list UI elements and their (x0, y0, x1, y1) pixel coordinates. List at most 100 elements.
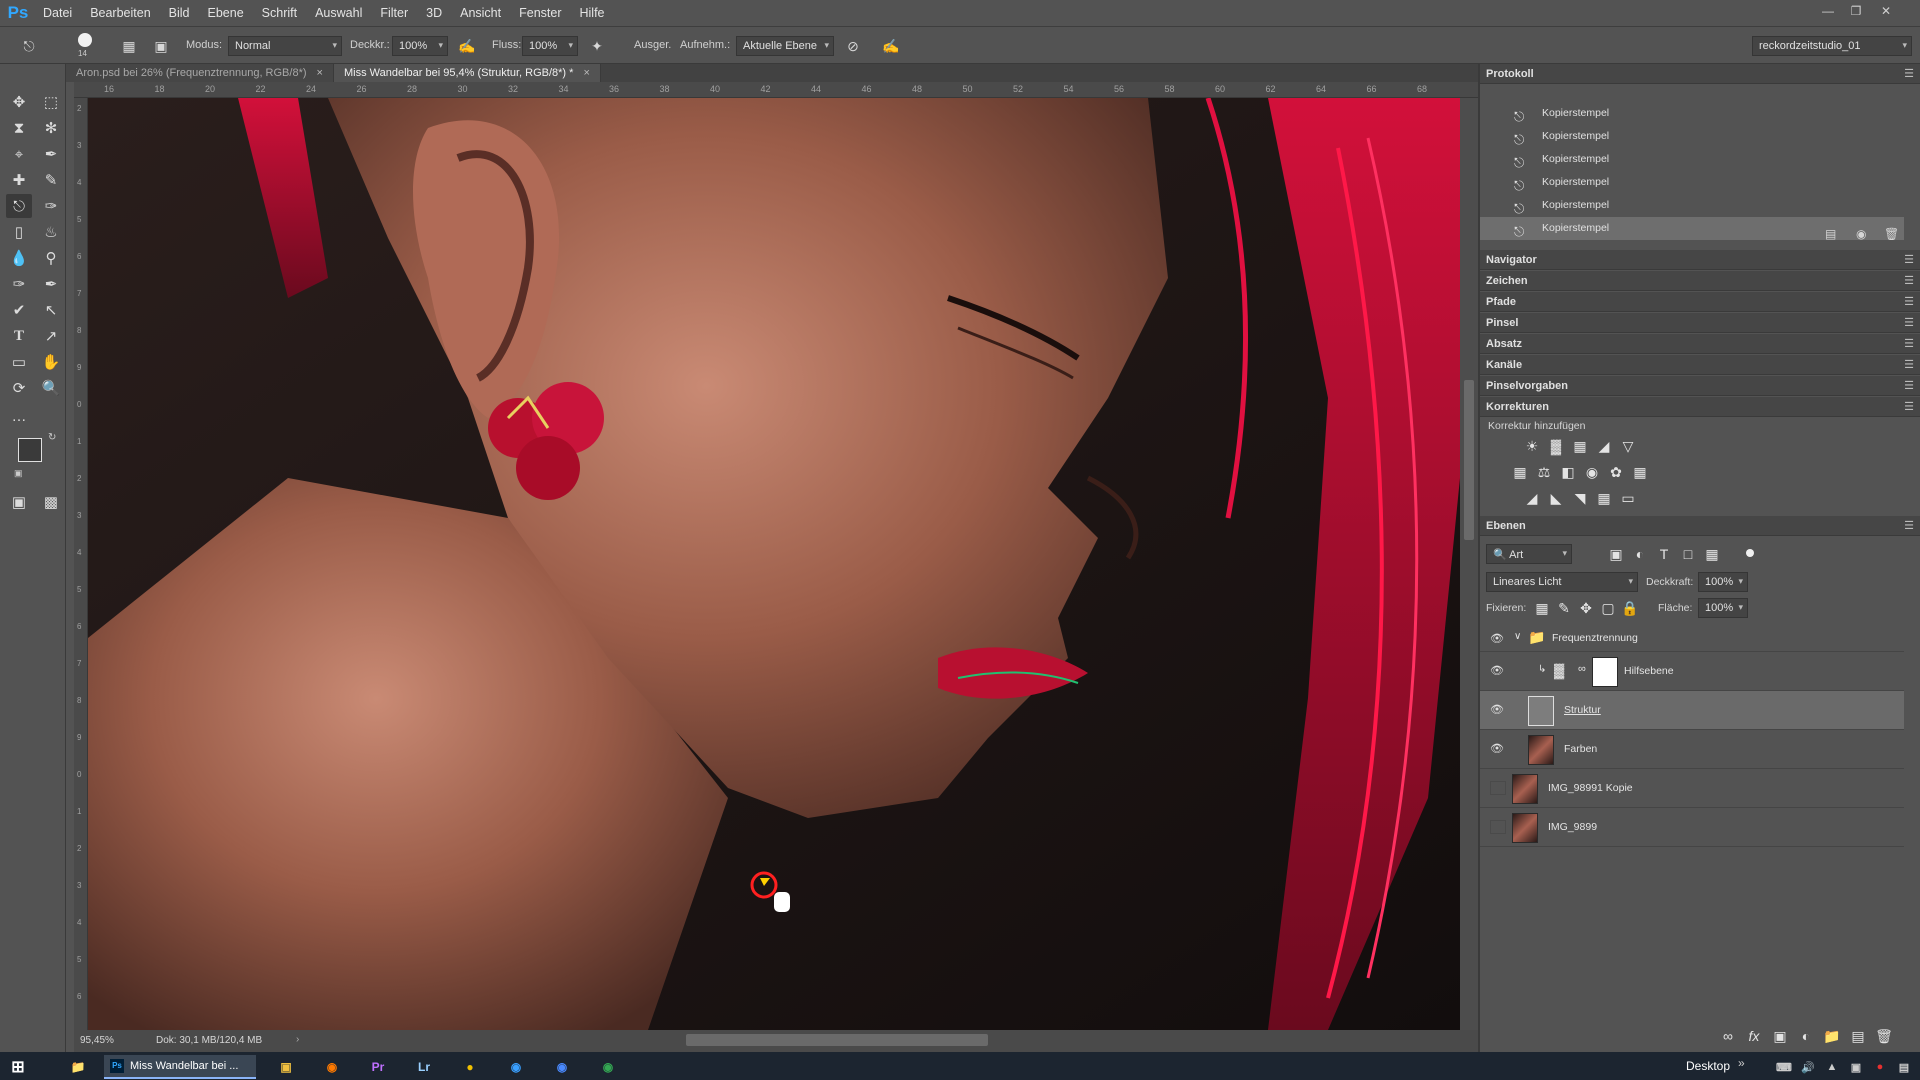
eye-icon[interactable]: 👁 (1490, 664, 1506, 678)
history-item[interactable]: ⎋ Kopierstempel (1480, 171, 1904, 194)
file-explorer-icon[interactable]: 📁 (64, 1056, 92, 1078)
panel-menu-icon[interactable]: ☰ (1904, 274, 1914, 287)
link-layers-icon[interactable]: ∞ (1718, 1026, 1738, 1046)
minimize-icon[interactable]: — (1814, 0, 1842, 22)
posterize-icon[interactable]: ◣ (1546, 488, 1566, 508)
add-anchor-tool-icon[interactable]: ✔ (6, 298, 32, 322)
vibrance-icon[interactable]: ▽ (1618, 436, 1638, 456)
new-adjustment-layer-icon[interactable]: ◐ (1796, 1026, 1816, 1046)
airbrush-icon[interactable]: ✦ (586, 35, 608, 57)
history-item-selected[interactable]: ⎋ Kopierstempel (1480, 217, 1904, 240)
fx-icon[interactable]: fx (1744, 1026, 1764, 1046)
eye-hidden-icon[interactable] (1490, 820, 1506, 834)
taskbar-photoshop-window[interactable]: Ps Miss Wandelbar bei ... (104, 1055, 256, 1079)
add-mask-icon[interactable]: ▣ (1770, 1026, 1790, 1046)
taskbar-app-icon[interactable]: ◉ (548, 1056, 576, 1078)
more-tools-icon[interactable]: … (6, 404, 32, 428)
panel-menu-icon[interactable]: ☰ (1904, 316, 1914, 329)
lightroom-icon[interactable]: Lr (410, 1056, 438, 1078)
photo-filter-icon[interactable]: ◉ (1582, 462, 1602, 482)
history-item[interactable]: ⎋ Kopierstempel (1480, 148, 1904, 171)
link-icon[interactable]: ∞ (1578, 663, 1586, 675)
history-brush-tool-icon[interactable]: ✑ (38, 194, 64, 218)
levels-icon[interactable]: ▓ (1546, 436, 1566, 456)
vertical-scrollbar[interactable] (1464, 380, 1474, 540)
brush-settings-icon[interactable]: ▦ (118, 35, 140, 57)
black-white-icon[interactable]: ◧ (1558, 462, 1578, 482)
panel-menu-icon[interactable]: ☰ (1904, 337, 1914, 350)
sample-select[interactable]: Aktuelle Ebene ▾ (736, 36, 834, 56)
premiere-icon[interactable]: Pr (364, 1056, 392, 1078)
lasso-tool-icon[interactable]: ⧗ (6, 116, 32, 140)
pressure-opacity-icon[interactable]: ✍ (456, 35, 478, 57)
panel-menu-icon[interactable]: ☰ (1904, 358, 1914, 371)
type-tool-icon[interactable]: T (6, 324, 32, 348)
brush-panel-header[interactable]: Pinsel ☰ (1480, 313, 1920, 333)
desktop-label[interactable]: Desktop (1686, 1059, 1730, 1073)
menu-bild[interactable]: Bild (160, 0, 199, 26)
browser-icon[interactable]: ◉ (502, 1056, 530, 1078)
tab-close-icon[interactable]: × (583, 67, 589, 79)
firefox-icon[interactable]: ◉ (318, 1056, 346, 1078)
threshold-icon[interactable]: ◥ (1570, 488, 1590, 508)
layer-opacity-field[interactable]: 100% ▾ (1698, 572, 1748, 592)
taskbar-app-icon[interactable]: ▣ (272, 1056, 300, 1078)
chrome-icon[interactable]: ◉ (594, 1056, 622, 1078)
layer-hilfsebene[interactable]: 👁 ↳ ▓ ∞ Hilfsebene (1480, 652, 1904, 691)
default-colors-icon[interactable]: ▣ (14, 468, 23, 479)
brush-presets-panel-header[interactable]: Pinselvorgaben ☰ (1480, 376, 1920, 396)
zoom-tool-icon[interactable]: 🔍 (38, 376, 64, 400)
panel-menu-icon[interactable]: ☰ (1904, 253, 1914, 266)
lock-position-icon[interactable]: ✥ (1576, 598, 1596, 618)
layer-filter-select[interactable]: 🔍 Art ▾ (1486, 544, 1572, 564)
channels-panel-header[interactable]: Kanäle ☰ (1480, 355, 1920, 375)
pressure-size-icon[interactable]: ✍ (880, 35, 902, 57)
chevron-right-icon[interactable]: » (1738, 1056, 1745, 1070)
gradient-map-icon[interactable]: ▭ (1618, 488, 1638, 508)
eraser-tool-icon[interactable]: ▯ (6, 220, 32, 244)
panel-menu-icon[interactable]: ☰ (1904, 379, 1914, 392)
history-item[interactable]: ⎋ Kopierstempel (1480, 125, 1904, 148)
snapshot-icon[interactable]: ◉ (1856, 227, 1866, 241)
horizontal-scrollbar[interactable] (686, 1034, 988, 1046)
panel-menu-icon[interactable]: ☰ (1904, 295, 1914, 308)
hue-saturation-icon[interactable]: ▦ (1510, 462, 1530, 482)
menu-datei[interactable]: Datei (34, 0, 81, 26)
status-arrow-icon[interactable]: › (296, 1034, 299, 1045)
new-layer-icon[interactable]: ▤ (1848, 1026, 1868, 1046)
notification-icon[interactable]: ▤ (1890, 1056, 1918, 1078)
lock-all-icon[interactable]: 🔒 (1620, 598, 1640, 618)
delete-layer-icon[interactable]: 🗑 (1874, 1026, 1894, 1046)
layer-fill-field[interactable]: 100% ▾ (1698, 598, 1748, 618)
taskbar-app-icon[interactable]: ● (456, 1056, 484, 1078)
workspace-select[interactable]: reckordzeitstudio_01 ▾ (1752, 36, 1912, 56)
channel-mixer-icon[interactable]: ✿ (1606, 462, 1626, 482)
rotate-view-tool-icon[interactable]: ⟳ (6, 376, 32, 400)
layer-img-98991-kopie[interactable]: IMG_98991 Kopie (1480, 769, 1904, 808)
exposure-icon[interactable]: ◢ (1594, 436, 1614, 456)
layers-panel-header[interactable]: Ebenen ☰ (1480, 516, 1920, 536)
zoom-level[interactable]: 95,45% (80, 1035, 114, 1046)
hand-tool-icon[interactable]: ✋ (38, 350, 64, 374)
mode-select[interactable]: Normal ▾ (228, 36, 342, 56)
lock-image-icon[interactable]: ✎ (1554, 598, 1574, 618)
flow-field[interactable]: 100% ▾ (522, 36, 578, 56)
eye-icon[interactable]: 👁 (1490, 703, 1506, 717)
move-tool-icon[interactable]: ✥ (6, 90, 32, 114)
invert-icon[interactable]: ◢ (1522, 488, 1542, 508)
color-balance-icon[interactable]: ⚖ (1534, 462, 1554, 482)
foreground-color-swatch[interactable] (18, 438, 42, 462)
eye-hidden-icon[interactable] (1490, 781, 1506, 795)
brush-tool-icon[interactable]: ✎ (38, 168, 64, 192)
panel-menu-icon[interactable]: ☰ (1904, 67, 1914, 80)
menu-bearbeiten[interactable]: Bearbeiten (81, 0, 159, 26)
selective-color-icon[interactable]: ▦ (1594, 488, 1614, 508)
chevron-down-icon[interactable]: ∨ (1514, 631, 1521, 642)
navigator-panel-header[interactable]: Navigator ☰ (1480, 250, 1920, 270)
ignore-adjustment-icon[interactable]: ⊘ (842, 35, 864, 57)
filter-type-icon[interactable]: T (1654, 544, 1674, 564)
pen-tool-icon[interactable]: ✑ (6, 272, 32, 296)
clone-stamp-preset-icon[interactable]: ⎋ (18, 35, 40, 57)
clone-source-icon[interactable]: ▣ (150, 35, 172, 57)
path-select-tool-icon[interactable]: ↖ (38, 298, 64, 322)
